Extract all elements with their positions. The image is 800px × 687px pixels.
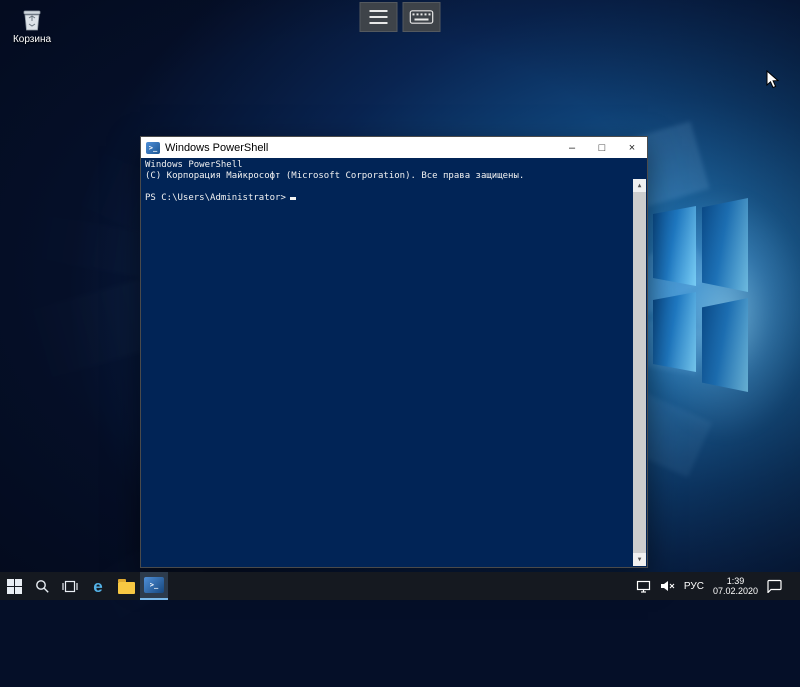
task-view-icon: [62, 580, 78, 593]
task-view-button[interactable]: [56, 572, 84, 600]
hamburger-icon: [370, 22, 388, 24]
search-button[interactable]: [28, 572, 56, 600]
powershell-icon: >_: [144, 577, 164, 593]
hamburger-icon: [370, 16, 388, 18]
trash-can-icon: [19, 6, 45, 32]
powershell-taskbar-button[interactable]: >_: [140, 572, 168, 600]
clock-time: 1:39: [713, 576, 758, 586]
console-line: (C) Корпорация Майкрософт (Microsoft Cor…: [145, 171, 629, 182]
virtual-keyboard-button[interactable]: [403, 2, 441, 32]
internet-explorer-button[interactable]: e: [84, 572, 112, 600]
file-explorer-button[interactable]: [112, 572, 140, 600]
recycle-bin-label: Корзина: [13, 34, 51, 45]
start-button[interactable]: [0, 572, 28, 600]
console-cursor: [290, 197, 296, 200]
prompt-text: PS C:\Users\Administrator>: [145, 193, 286, 203]
network-icon[interactable]: [636, 580, 651, 593]
recycle-bin-icon[interactable]: Корзина: [4, 6, 60, 45]
folder-icon: [118, 582, 135, 594]
maximize-button[interactable]: □: [587, 137, 617, 158]
console-prompt: PS C:\Users\Administrator>: [145, 193, 629, 204]
console-output[interactable]: Windows PowerShell (C) Корпорация Майкро…: [141, 158, 647, 567]
window-controls: – □ ×: [557, 137, 647, 158]
internet-explorer-icon: e: [93, 578, 102, 595]
search-icon: [35, 579, 50, 594]
console-scrollbar[interactable]: ▲ ▼: [633, 179, 646, 566]
keyboard-icon: [410, 10, 434, 24]
clock-date: 07.02.2020: [713, 586, 758, 596]
window-title: Windows PowerShell: [165, 142, 552, 154]
scroll-down-arrow[interactable]: ▼: [633, 553, 646, 566]
clock[interactable]: 1:39 07.02.2020: [713, 576, 758, 596]
powershell-window: >_ Windows PowerShell – □ × Windows Powe…: [140, 136, 648, 568]
vm-console-controls: [360, 2, 441, 32]
action-center-icon[interactable]: [767, 579, 782, 593]
taskbar: e >_ РУС 1:39 07.02.2020: [0, 572, 800, 600]
powershell-window-icon: >_: [146, 142, 160, 154]
close-button[interactable]: ×: [617, 137, 647, 158]
scrollbar-thumb[interactable]: [633, 192, 646, 553]
console-line: [145, 182, 629, 193]
volume-icon[interactable]: [660, 580, 675, 592]
system-tray: РУС 1:39 07.02.2020: [631, 572, 800, 600]
window-titlebar[interactable]: >_ Windows PowerShell – □ ×: [141, 137, 647, 158]
menu-button[interactable]: [360, 2, 398, 32]
windows-start-icon: [7, 579, 22, 594]
hamburger-icon: [370, 10, 388, 12]
scroll-up-arrow[interactable]: ▲: [633, 179, 646, 192]
language-indicator[interactable]: РУС: [684, 581, 704, 592]
minimize-button[interactable]: –: [557, 137, 587, 158]
console-line: Windows PowerShell: [145, 160, 629, 171]
